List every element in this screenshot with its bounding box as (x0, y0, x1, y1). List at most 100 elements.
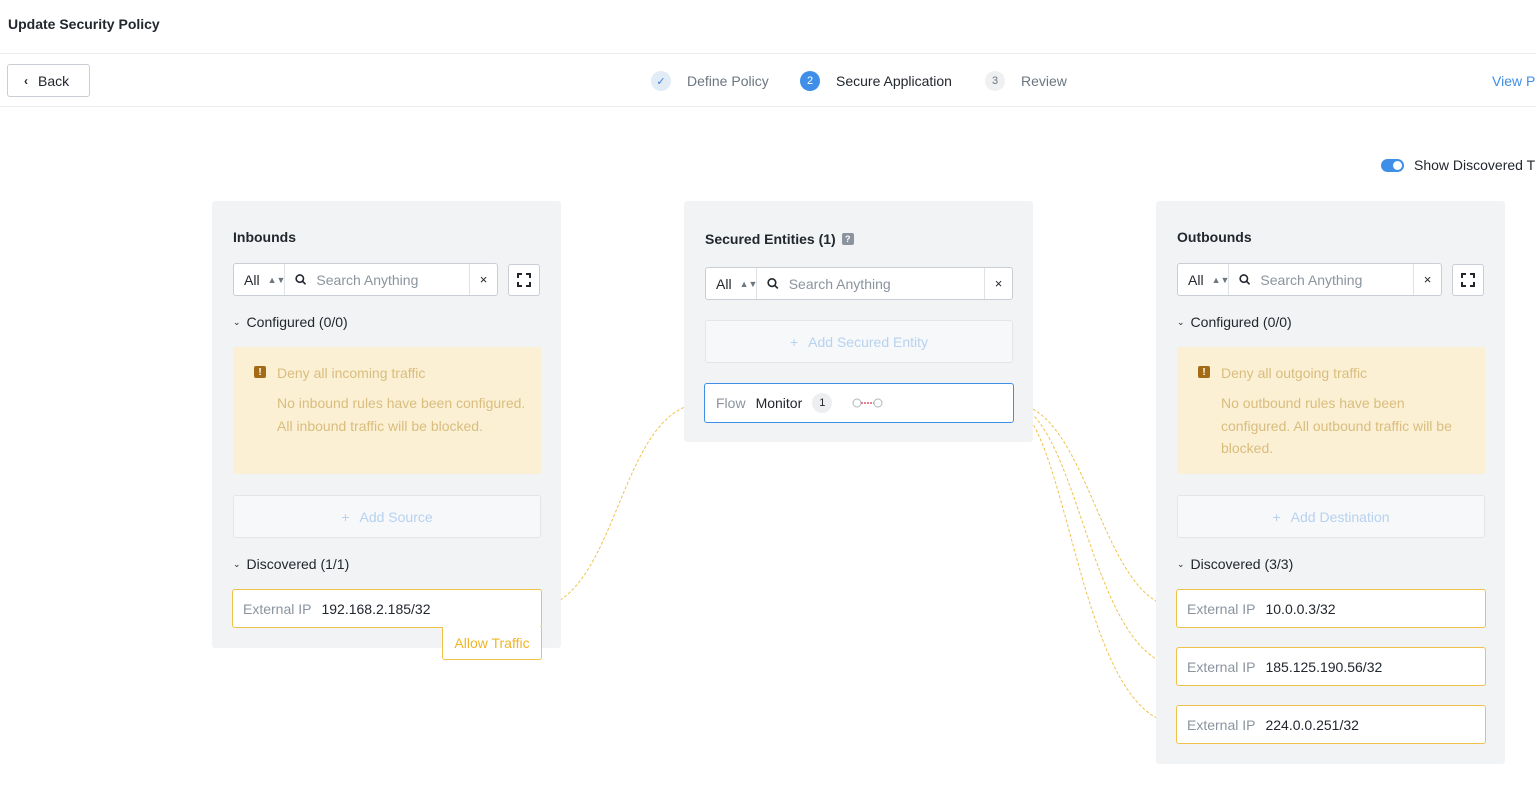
warning-icon: ! (254, 366, 266, 378)
step-review[interactable]: 3 Review (985, 71, 1067, 91)
view-policy-link[interactable]: View P (1492, 73, 1535, 89)
chevron-down-icon: ⌄ (1177, 316, 1185, 327)
warning-title: Deny all outgoing traffic (1221, 365, 1368, 381)
ip-type: External IP (1187, 716, 1256, 733)
step-number: 2 (800, 71, 820, 91)
chevron-down-icon: ⌄ (1177, 558, 1185, 569)
add-source-button[interactable]: + Add Source (233, 495, 541, 538)
clear-icon[interactable]: × (984, 268, 1012, 299)
expand-icon (517, 273, 531, 287)
warning-text: No inbound rules have been configured. A… (277, 395, 526, 434)
outbound-connector-3 (1013, 402, 1177, 725)
inbound-ip-card[interactable]: External IP 192.168.2.185/32 (232, 589, 542, 628)
expand-icon (1461, 273, 1475, 287)
plus-icon: + (341, 508, 350, 525)
search-icon (295, 274, 307, 285)
outbounds-search[interactable] (1229, 264, 1413, 295)
page-title: Update Security Policy (8, 16, 160, 32)
inbounds-discovered-header[interactable]: ⌄ Discovered (1/1) (233, 556, 349, 572)
outbounds-configured-header[interactable]: ⌄ Configured (0/0) (1177, 314, 1292, 330)
section-label: Discovered (3/3) (1190, 556, 1294, 572)
secured-search-input[interactable] (788, 275, 984, 292)
secured-entities-title: Secured Entities (1) ? (705, 231, 854, 247)
add-destination-button[interactable]: + Add Destination (1177, 495, 1485, 538)
check-icon: ✓ (651, 71, 671, 91)
warning-title: Deny all incoming traffic (277, 365, 426, 381)
back-button[interactable]: ‹ Back (7, 64, 90, 97)
toggle-switch[interactable] (1381, 158, 1404, 172)
chevron-left-icon: ‹ (24, 73, 28, 88)
add-secured-entity-button[interactable]: + Add Secured Entity (705, 320, 1013, 363)
clear-icon[interactable]: × (469, 264, 497, 295)
section-label: Configured (0/0) (1190, 314, 1292, 330)
outbounds-search-bar: All ▲▼ × (1177, 263, 1442, 296)
step-number: 3 (985, 71, 1005, 91)
outbounds-warning: ! Deny all outgoing traffic No outbound … (1177, 347, 1485, 474)
entity-count-badge: 1 (812, 393, 833, 413)
step-label: Define Policy (687, 73, 769, 89)
toggle-knob (1393, 160, 1402, 170)
chevron-down-icon: ⌄ (233, 558, 241, 569)
search-icon (767, 278, 779, 290)
step-label: Review (1021, 73, 1067, 89)
ip-type: External IP (243, 600, 312, 617)
ip-value: 224.0.0.251/32 (1265, 716, 1359, 733)
title-bar: Update Security Policy (0, 0, 1536, 54)
outbounds-discovered-header[interactable]: ⌄ Discovered (3/3) (1177, 556, 1293, 572)
filter-value: All (716, 275, 732, 292)
sort-arrows-icon: ▲▼ (739, 278, 758, 289)
outbounds-filter-select[interactable]: All ▲▼ (1178, 264, 1229, 295)
expand-button[interactable] (1452, 264, 1484, 296)
allow-traffic-button[interactable]: Allow Traffic (442, 627, 542, 660)
inbound-connector (541, 402, 705, 609)
filter-value: All (244, 271, 260, 288)
secured-entity-card[interactable]: Flow Monitor 1 (704, 383, 1014, 423)
step-define-policy[interactable]: ✓ Define Policy (651, 71, 769, 91)
plus-icon: + (1272, 508, 1281, 525)
toggle-label: Show Discovered T (1414, 157, 1536, 173)
wizard-navbar: ‹ Back ✓ Define Policy 2 Secure Applicat… (0, 54, 1536, 107)
clear-icon[interactable]: × (1413, 264, 1441, 295)
step-secure-application[interactable]: 2 Secure Application (800, 71, 952, 91)
outbound-ip-card[interactable]: External IP 10.0.0.3/32 (1176, 589, 1486, 628)
sort-arrows-icon: ▲▼ (267, 274, 286, 285)
entity-name: Monitor (755, 395, 803, 411)
inbounds-filter-select[interactable]: All ▲▼ (234, 264, 285, 295)
secured-search-bar: All ▲▼ × (705, 267, 1013, 300)
ip-type: External IP (1187, 600, 1256, 617)
add-label: Add Destination (1290, 508, 1390, 525)
expand-button[interactable] (508, 264, 540, 296)
warning-text: No outbound rules have been configured. … (1221, 395, 1452, 456)
outbound-ip-card[interactable]: External IP 185.125.190.56/32 (1176, 647, 1486, 686)
inbounds-warning: ! Deny all incoming traffic No inbound r… (233, 347, 541, 474)
add-label: Add Secured Entity (808, 333, 929, 350)
secured-filter-select[interactable]: All ▲▼ (706, 268, 757, 299)
inbounds-search-input[interactable] (316, 271, 469, 288)
inbounds-configured-header[interactable]: ⌄ Configured (0/0) (233, 314, 348, 330)
step-label: Secure Application (836, 73, 952, 89)
plus-icon: + (789, 333, 799, 350)
entity-category: Flow (716, 395, 746, 411)
secured-search[interactable] (757, 268, 984, 299)
ip-value: 192.168.2.185/32 (321, 600, 431, 617)
show-discovered-toggle[interactable]: Show Discovered T (1381, 157, 1535, 173)
warning-icon: ! (1198, 366, 1210, 378)
filter-value: All (1188, 271, 1204, 288)
outbound-ip-card[interactable]: External IP 224.0.0.251/32 (1176, 705, 1486, 744)
ip-value: 185.125.190.56/32 (1265, 658, 1383, 675)
inbounds-search-bar: All ▲▼ × (233, 263, 498, 296)
section-label: Discovered (1/1) (246, 556, 350, 572)
ip-type: External IP (1187, 658, 1256, 675)
help-icon[interactable]: ? (841, 233, 854, 245)
outbound-connector-2 (1013, 402, 1177, 667)
search-icon (1239, 274, 1251, 285)
outbounds-title: Outbounds (1177, 229, 1252, 245)
outbound-connector-1 (1013, 402, 1177, 609)
title-text: Secured Entities (1) (705, 231, 836, 247)
back-button-label: Back (38, 72, 70, 89)
flow-link-icon (852, 397, 884, 409)
inbounds-search[interactable] (285, 264, 469, 295)
chevron-down-icon: ⌄ (233, 316, 241, 327)
section-label: Configured (0/0) (246, 314, 348, 330)
outbounds-search-input[interactable] (1260, 271, 1413, 288)
